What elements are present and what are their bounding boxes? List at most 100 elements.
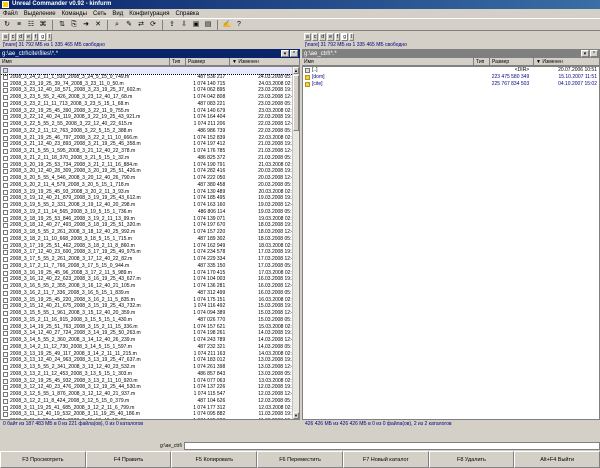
drive-button-c[interactable]: c: [9, 32, 17, 41]
drive-button-c[interactable]: c: [311, 32, 319, 41]
drive-button-a[interactable]: a: [304, 32, 311, 41]
file-row[interactable]: 2008_3_12_19_25_45_932_2008_3_13_2_11_10…: [1, 378, 299, 385]
column-name[interactable]: Имя: [302, 58, 474, 65]
drive-button-f[interactable]: f: [334, 32, 341, 41]
search-icon[interactable]: ⌕: [112, 20, 122, 30]
folder-row[interactable]: [dom] 223 475 580 349 15.10.2007 11:51: [303, 74, 599, 81]
drive-button-e[interactable]: e: [25, 32, 32, 41]
file-row[interactable]: 2008_3_22_19_25_45_390_2008_3_22_11_9_75…: [1, 108, 299, 115]
notepad-icon[interactable]: ✍: [222, 20, 232, 30]
fkey-button[interactable]: F7 Новый каталог: [342, 451, 429, 468]
file-row[interactable]: 2008_3_19_12_40_21_879_2008_3_19_19_25_4…: [1, 195, 299, 202]
folder-row[interactable]: [cite] 225 767 834 503 04.10.2007 15:02: [303, 81, 599, 88]
file-row[interactable]: 2008_3_23_19_25_39_74_2008_3_23_11_0_50.…: [1, 81, 299, 88]
menu-item[interactable]: Вид: [112, 11, 123, 17]
fkey-button[interactable]: F5 Копировать: [171, 451, 258, 468]
file-row[interactable]: 2008_3_23_12_40_18_571_2008_3_23_19_25_3…: [1, 87, 299, 94]
file-row[interactable]: 2008_3_16_12_40_22_623_2008_3_16_19_25_4…: [1, 276, 299, 283]
drive-button-e[interactable]: e: [327, 32, 334, 41]
menu-item[interactable]: Команды: [62, 11, 87, 17]
up-dir-row[interactable]: [1, 67, 299, 75]
file-row[interactable]: 2008_3_22_2_11_12_763_2008_3_22_5_15_2_3…: [1, 128, 299, 135]
file-row[interactable]: 2008_3_21_5_55_1_595_2008_3_21_12_40_22_…: [1, 148, 299, 155]
menu-item[interactable]: Справка: [175, 11, 199, 17]
copy-icon[interactable]: ⎘: [69, 20, 79, 30]
menu-item[interactable]: Конфигурация: [129, 11, 169, 17]
compare-icon[interactable]: ⇄: [136, 20, 146, 30]
column-size[interactable]: Размер: [186, 58, 230, 65]
menu-item[interactable]: Выделение: [24, 11, 56, 17]
file-row[interactable]: 2008_3_18_12_40_27_493_2008_3_18_19_25_5…: [1, 222, 299, 229]
file-row[interactable]: 2008_3_19_2_11_14_565_2008_3_19_5_15_1_7…: [1, 209, 299, 216]
ftp-icon[interactable]: ⇪: [167, 20, 177, 30]
file-row[interactable]: 2008_3_12_2_11_8_424_2008_3_12_5_15_0_37…: [1, 398, 299, 405]
ftp-disconnect-icon[interactable]: ⇩: [179, 20, 189, 30]
file-row[interactable]: 2008_3_22_5_55_2_55_2008_3_22_12_40_22_6…: [1, 121, 299, 128]
file-row[interactable]: 2008_3_18_19_25_53_846_2008_3_19_2_11_13…: [1, 216, 299, 223]
file-row[interactable]: 2008_3_15_2_11_16_915_2008_3_15_5_15_1_4…: [1, 317, 299, 324]
scroll-up-icon[interactable]: ▲: [293, 67, 299, 74]
file-row[interactable]: 2008_3_13_2_11_12_453_2008_3_13_5_15_1_3…: [1, 371, 299, 378]
file-row[interactable]: 2008_3_17_5_55_2_261_2008_3_17_12_40_22_…: [1, 256, 299, 263]
column-type[interactable]: Тип: [170, 58, 186, 65]
file-row[interactable]: 2008_3_16_2_11_7_336_2008_3_16_5_15_1_83…: [1, 290, 299, 297]
file-row[interactable]: 2008_3_14_2_11_12_730_2008_3_14_5_15_1_5…: [1, 344, 299, 351]
left-scrollbar[interactable]: ▲ ▼: [292, 67, 299, 419]
file-row[interactable]: 2008_3_23_2_11_11_713_2008_3_23_5_15_1_6…: [1, 101, 299, 108]
file-row[interactable]: 2008_3_23_5_55_2_426_2008_3_23_12_40_17_…: [1, 94, 299, 101]
drive-button-f[interactable]: f: [32, 32, 39, 41]
menu-item[interactable]: Файл: [3, 11, 18, 17]
hotlist-icon[interactable]: *: [290, 50, 298, 57]
fkey-button[interactable]: Alt+F4 Выйти: [514, 451, 600, 468]
drive-button-g[interactable]: g: [341, 32, 349, 41]
file-row[interactable]: 2008_3_21_2_11_18_370_2008_3_21_5_15_1_3…: [1, 155, 299, 162]
file-row[interactable]: 2008_3_16_19_25_45_96_2008_3_17_2_11_5_9…: [1, 270, 299, 277]
fkey-button[interactable]: F3 Просмотреть: [0, 451, 86, 468]
file-row[interactable]: 2008_3_15_12_40_21_675_2008_3_15_19_25_4…: [1, 303, 299, 310]
file-row[interactable]: 2008_3_15_19_25_45_220_2008_3_16_2_11_5_…: [1, 297, 299, 304]
file-row[interactable]: 2008_3_21_12_40_23_893_2008_3_21_19_25_4…: [1, 141, 299, 148]
file-row[interactable]: 2008_3_12_5_55_1_876_2008_3_12_12_40_21_…: [1, 391, 299, 398]
file-row[interactable]: 2008_3_13_19_25_49_117_2008_3_14_2_11_11…: [1, 351, 299, 358]
file-row[interactable]: 2008_3_11_5_55_1_751_2008_3_11_12_40_18_…: [1, 418, 299, 419]
fkey-button[interactable]: F8 Удалить: [428, 451, 515, 468]
archive-icon[interactable]: ▣: [191, 20, 201, 30]
brief-view-icon[interactable]: ≡: [14, 20, 24, 30]
file-row[interactable]: 2008_3_19_5_55_2_331_2008_3_19_12_40_20_…: [1, 202, 299, 209]
unpack-icon[interactable]: ▤: [203, 20, 213, 30]
file-row[interactable]: 2008_3_20_12_40_28_309_2008_3_20_19_25_5…: [1, 168, 299, 175]
delete-icon[interactable]: ✕: [93, 20, 103, 30]
file-row[interactable]: 2008_3_13_5_55_2_341_2008_3_13_12_40_23_…: [1, 364, 299, 371]
help-icon[interactable]: ?: [234, 20, 244, 30]
menu-item[interactable]: Сеть: [93, 11, 106, 17]
file-row[interactable]: 2008_3_17_19_25_51_462_2008_3_18_2_11_8_…: [1, 243, 299, 250]
rename-icon[interactable]: ✎: [124, 20, 134, 30]
file-row[interactable]: 2008_3_20_5_55_4_546_2008_3_20_12_40_26_…: [1, 175, 299, 182]
file-row[interactable]: 2008_3_17_2_11_7_766_2008_3_17_5_15_0_94…: [1, 263, 299, 270]
file-row[interactable]: 2008_3_18_5_55_2_261_2008_3_18_12_40_25_…: [1, 229, 299, 236]
file-row[interactable]: 2008_3_22_12_40_24_119_2008_3_22_19_25_4…: [1, 114, 299, 121]
drive-button-d[interactable]: d: [17, 32, 25, 41]
file-row[interactable]: 2008_3_20_19_25_53_734_2008_3_21_2_11_16…: [1, 162, 299, 169]
column-date[interactable]: ▼ Изменен: [534, 58, 600, 65]
history-icon[interactable]: ▾: [581, 50, 589, 57]
column-size[interactable]: Размер: [490, 58, 534, 65]
column-date[interactable]: ▼ Изменен: [230, 58, 300, 65]
file-row[interactable]: 2008_3_20_2_11_4_579_2008_3_20_5_15_1_71…: [1, 182, 299, 189]
move-icon[interactable]: ➜: [81, 20, 91, 30]
file-row[interactable]: 2008_3_17_12_40_23_600_2008_3_17_19_25_4…: [1, 249, 299, 256]
command-input[interactable]: [183, 441, 600, 450]
scroll-thumb[interactable]: [293, 75, 299, 131]
fkey-button[interactable]: F4 Править: [85, 451, 172, 468]
drive-button-g[interactable]: g: [39, 32, 47, 41]
full-view-icon[interactable]: ☷: [26, 20, 36, 30]
column-type[interactable]: Тип: [474, 58, 490, 65]
file-row[interactable]: 2008_3_19_19_25_45_93_2008_3_20_2_11_3_9…: [1, 189, 299, 196]
drive-button-d[interactable]: d: [319, 32, 327, 41]
file-row[interactable]: 2008_3_11_12_40_19_532_2008_3_11_19_25_4…: [1, 411, 299, 418]
sort-icon[interactable]: ⇅: [57, 20, 67, 30]
scroll-down-icon[interactable]: ▼: [293, 412, 299, 419]
file-row[interactable]: 2008_3_21_19_25_46_797_2008_3_22_2_11_10…: [1, 135, 299, 142]
fkey-button[interactable]: F6 Переместить: [257, 451, 343, 468]
history-icon[interactable]: ▾: [281, 50, 289, 57]
